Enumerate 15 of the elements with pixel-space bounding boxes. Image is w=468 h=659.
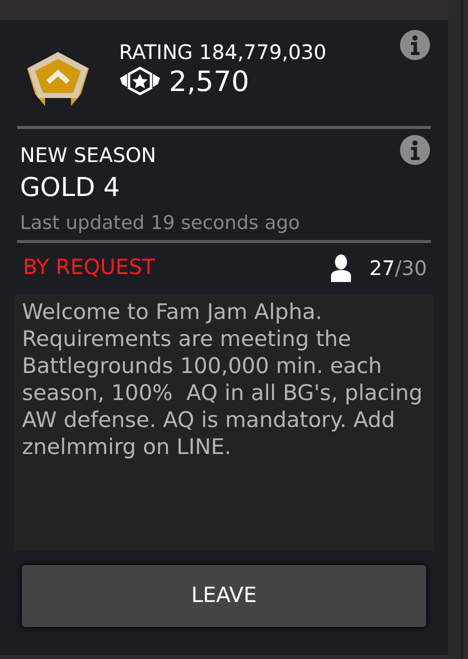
winged-star-icon — [119, 66, 161, 98]
clan-description: Welcome to Fam Jam Alpha. Requirements are meeting the Battlegrounds 100,000 min. each season, 100% AQ in all BG's, placing AW defense. AQ is mandatory. Add znelmmirg on LINE. — [22, 299, 424, 461]
points-value: 2,570 — [169, 66, 250, 98]
membership-policy: BY REQUEST — [23, 254, 155, 282]
rank-badge-icon — [25, 50, 91, 108]
member-count: 27 — [369, 255, 395, 282]
season-tier-label: GOLD 4 — [20, 173, 120, 203]
info-icon[interactable] — [400, 30, 430, 60]
season-title: NEW SEASON — [20, 143, 158, 167]
member-limit: /30 — [394, 255, 427, 282]
info-icon[interactable] — [400, 135, 430, 165]
person-icon — [331, 254, 352, 282]
rating-label: RATING 184,779,030 — [119, 40, 326, 64]
leave-button[interactable]: LEAVE — [22, 565, 426, 627]
last-updated-text: Last updated 19 seconds ago — [20, 211, 300, 235]
